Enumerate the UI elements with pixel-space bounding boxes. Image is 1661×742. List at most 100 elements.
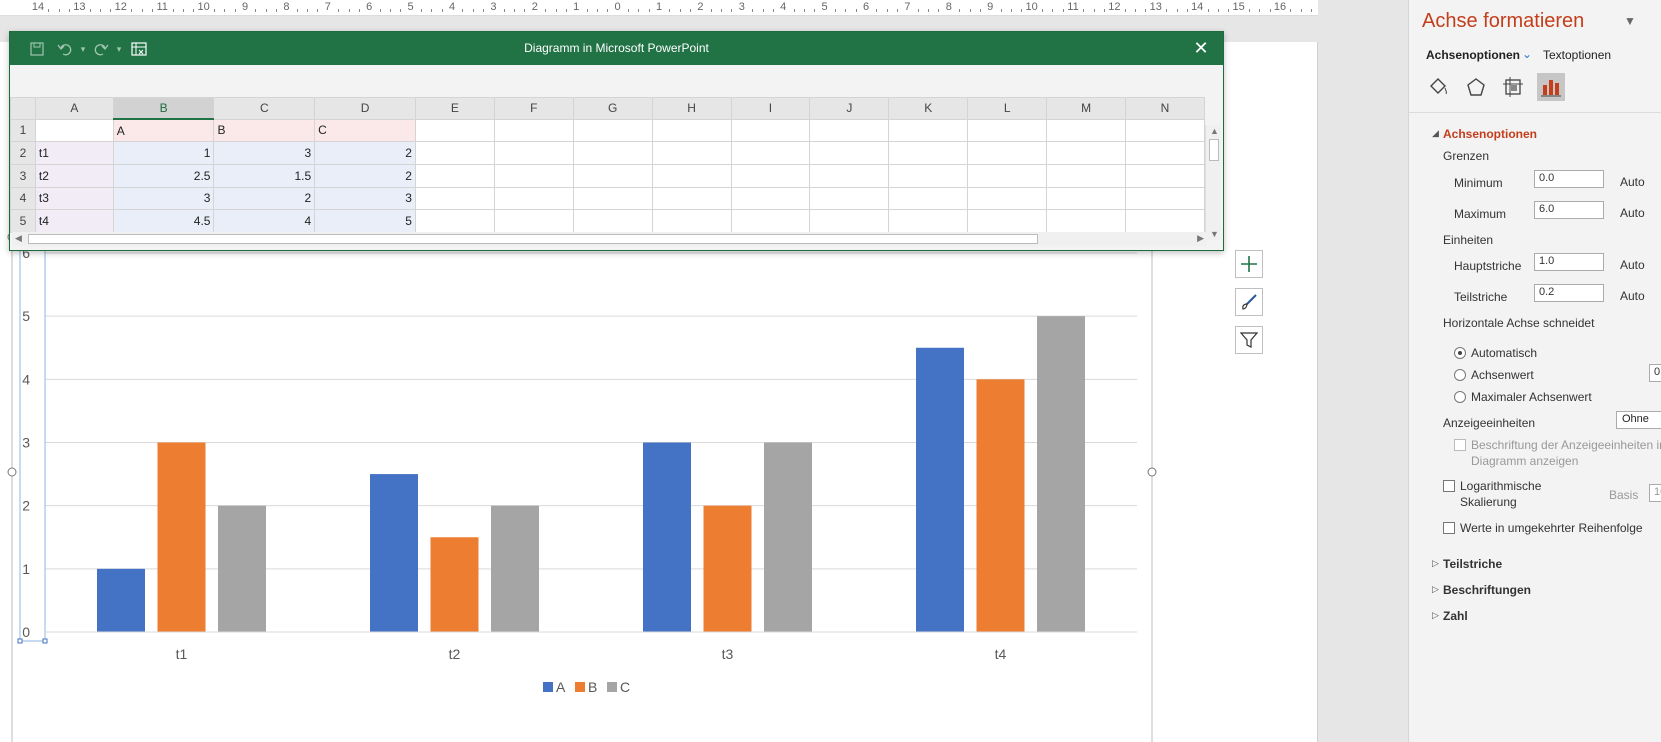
log-scale-checkbox[interactable] bbox=[1443, 480, 1455, 492]
collapse-icon[interactable]: ◢ bbox=[1432, 128, 1439, 139]
cell-m5[interactable] bbox=[1046, 209, 1127, 233]
reverse-order-checkbox[interactable] bbox=[1443, 522, 1455, 534]
chart-filter-button[interactable] bbox=[1235, 326, 1263, 354]
format-axis-pane[interactable]: Achse formatieren ▼ Achsenoptionen ⌄ Tex… bbox=[1408, 0, 1661, 742]
cell-f1[interactable] bbox=[493, 118, 574, 143]
cell-g3[interactable] bbox=[572, 163, 653, 188]
cell-l1[interactable] bbox=[967, 118, 1048, 143]
cell-l5[interactable] bbox=[967, 209, 1048, 233]
column-header-b[interactable]: B bbox=[112, 97, 215, 121]
cell-j2[interactable] bbox=[809, 141, 890, 165]
column-header-l[interactable]: L bbox=[967, 97, 1048, 120]
cell-b1[interactable]: A bbox=[112, 118, 215, 143]
column-header-m[interactable]: M bbox=[1046, 97, 1127, 120]
cell-j5[interactable] bbox=[809, 209, 890, 233]
cell-i5[interactable] bbox=[730, 209, 811, 233]
cell-l2[interactable] bbox=[967, 141, 1048, 165]
cell-f2[interactable] bbox=[493, 141, 574, 165]
resize-handle[interactable] bbox=[1147, 467, 1157, 477]
cell-m1[interactable] bbox=[1046, 118, 1127, 143]
cell-m4[interactable] bbox=[1046, 186, 1127, 211]
axis-value-input[interactable]: 0 bbox=[1649, 364, 1661, 382]
cell-c5[interactable]: 4 bbox=[213, 209, 316, 233]
chevron-down-icon[interactable]: ⌄ bbox=[1522, 47, 1532, 61]
cell-d2[interactable]: 2 bbox=[314, 141, 416, 165]
embedded-excel-window[interactable]: ▾ ▾ Diagramm in Microsoft PowerPoint ✕ A… bbox=[9, 31, 1224, 251]
cell-h3[interactable] bbox=[651, 163, 732, 188]
cell-a3[interactable]: t2 bbox=[34, 163, 114, 188]
cell-g2[interactable] bbox=[572, 141, 653, 165]
cell-f4[interactable] bbox=[493, 186, 574, 211]
maximum-input[interactable]: 6.0 bbox=[1534, 201, 1604, 219]
cell-a1[interactable] bbox=[34, 118, 114, 143]
cell-m3[interactable] bbox=[1046, 163, 1127, 188]
section-minor-ticks[interactable]: Teilstriche bbox=[1443, 557, 1502, 571]
maximum-auto[interactable]: Auto bbox=[1620, 206, 1645, 220]
cell-n5[interactable] bbox=[1125, 209, 1205, 233]
cell-j3[interactable] bbox=[809, 163, 890, 188]
column-header-k[interactable]: K bbox=[888, 97, 969, 120]
minimum-auto[interactable]: Auto bbox=[1620, 175, 1645, 189]
cell-g4[interactable] bbox=[572, 186, 653, 211]
cell-e5[interactable] bbox=[414, 209, 495, 233]
cell-f3[interactable] bbox=[493, 163, 574, 188]
cell-e3[interactable] bbox=[414, 163, 495, 188]
cell-h4[interactable] bbox=[651, 186, 732, 211]
column-header-g[interactable]: G bbox=[572, 97, 653, 120]
cell-b3[interactable]: 2.5 bbox=[112, 163, 215, 188]
cell-n3[interactable] bbox=[1125, 163, 1205, 188]
cell-e1[interactable] bbox=[414, 118, 495, 143]
row-header[interactable]: 5 bbox=[10, 209, 36, 233]
size-properties-icon[interactable] bbox=[1499, 73, 1527, 101]
pane-options-dropdown-icon[interactable]: ▼ bbox=[1624, 14, 1636, 28]
column-header-i[interactable]: I bbox=[730, 97, 811, 120]
cell-e2[interactable] bbox=[414, 141, 495, 165]
cell-c1[interactable]: B bbox=[213, 118, 316, 143]
cell-i4[interactable] bbox=[730, 186, 811, 211]
radio-axis-value[interactable] bbox=[1454, 369, 1466, 381]
column-header-h[interactable]: H bbox=[651, 97, 732, 120]
cell-a4[interactable]: t3 bbox=[34, 186, 114, 211]
row-header[interactable]: 4 bbox=[10, 186, 36, 211]
minimum-input[interactable]: 0.0 bbox=[1534, 170, 1604, 188]
cell-g1[interactable] bbox=[572, 118, 653, 143]
chart-styles-button[interactable] bbox=[1235, 288, 1263, 316]
cell-n4[interactable] bbox=[1125, 186, 1205, 211]
column-header-j[interactable]: J bbox=[809, 97, 890, 120]
cell-c4[interactable]: 2 bbox=[213, 186, 316, 211]
cell-i2[interactable] bbox=[730, 141, 811, 165]
tab-text-options[interactable]: Textoptionen bbox=[1543, 48, 1611, 62]
cell-n2[interactable] bbox=[1125, 141, 1205, 165]
cell-l3[interactable] bbox=[967, 163, 1048, 188]
cell-h5[interactable] bbox=[651, 209, 732, 233]
major-unit-input[interactable]: 1.0 bbox=[1534, 253, 1604, 271]
row-header[interactable]: 2 bbox=[10, 141, 36, 165]
radio-max-axis-value[interactable] bbox=[1454, 391, 1466, 403]
cell-d3[interactable]: 2 bbox=[314, 163, 416, 188]
expand-icon[interactable]: ▷ bbox=[1432, 558, 1439, 569]
section-axis-options[interactable]: Achsenoptionen bbox=[1443, 127, 1537, 141]
cell-g5[interactable] bbox=[572, 209, 653, 233]
minor-unit-input[interactable]: 0.2 bbox=[1534, 284, 1604, 302]
effects-icon[interactable] bbox=[1462, 73, 1490, 101]
display-units-select[interactable]: Ohne bbox=[1616, 411, 1661, 429]
log-base-input[interactable]: 10 bbox=[1649, 484, 1661, 502]
row-header[interactable]: 1 bbox=[10, 118, 36, 143]
cell-k1[interactable] bbox=[888, 118, 969, 143]
cell-b2[interactable]: 1 bbox=[112, 141, 215, 165]
cell-k4[interactable] bbox=[888, 186, 969, 211]
column-header-f[interactable]: F bbox=[493, 97, 574, 120]
cell-b5[interactable]: 4.5 bbox=[112, 209, 215, 233]
cell-i3[interactable] bbox=[730, 163, 811, 188]
cell-e4[interactable] bbox=[414, 186, 495, 211]
cell-i1[interactable] bbox=[730, 118, 811, 143]
display-units-checkbox[interactable] bbox=[1454, 439, 1466, 451]
cell-k2[interactable] bbox=[888, 141, 969, 165]
cell-n1[interactable] bbox=[1125, 118, 1205, 143]
resize-handle[interactable] bbox=[7, 467, 17, 477]
select-all-corner[interactable] bbox=[10, 97, 36, 120]
chart-elements-button[interactable] bbox=[1235, 250, 1263, 278]
cell-a5[interactable]: t4 bbox=[34, 209, 114, 233]
column-header-d[interactable]: D bbox=[314, 97, 416, 120]
tab-axis-options[interactable]: Achsenoptionen bbox=[1426, 48, 1520, 62]
